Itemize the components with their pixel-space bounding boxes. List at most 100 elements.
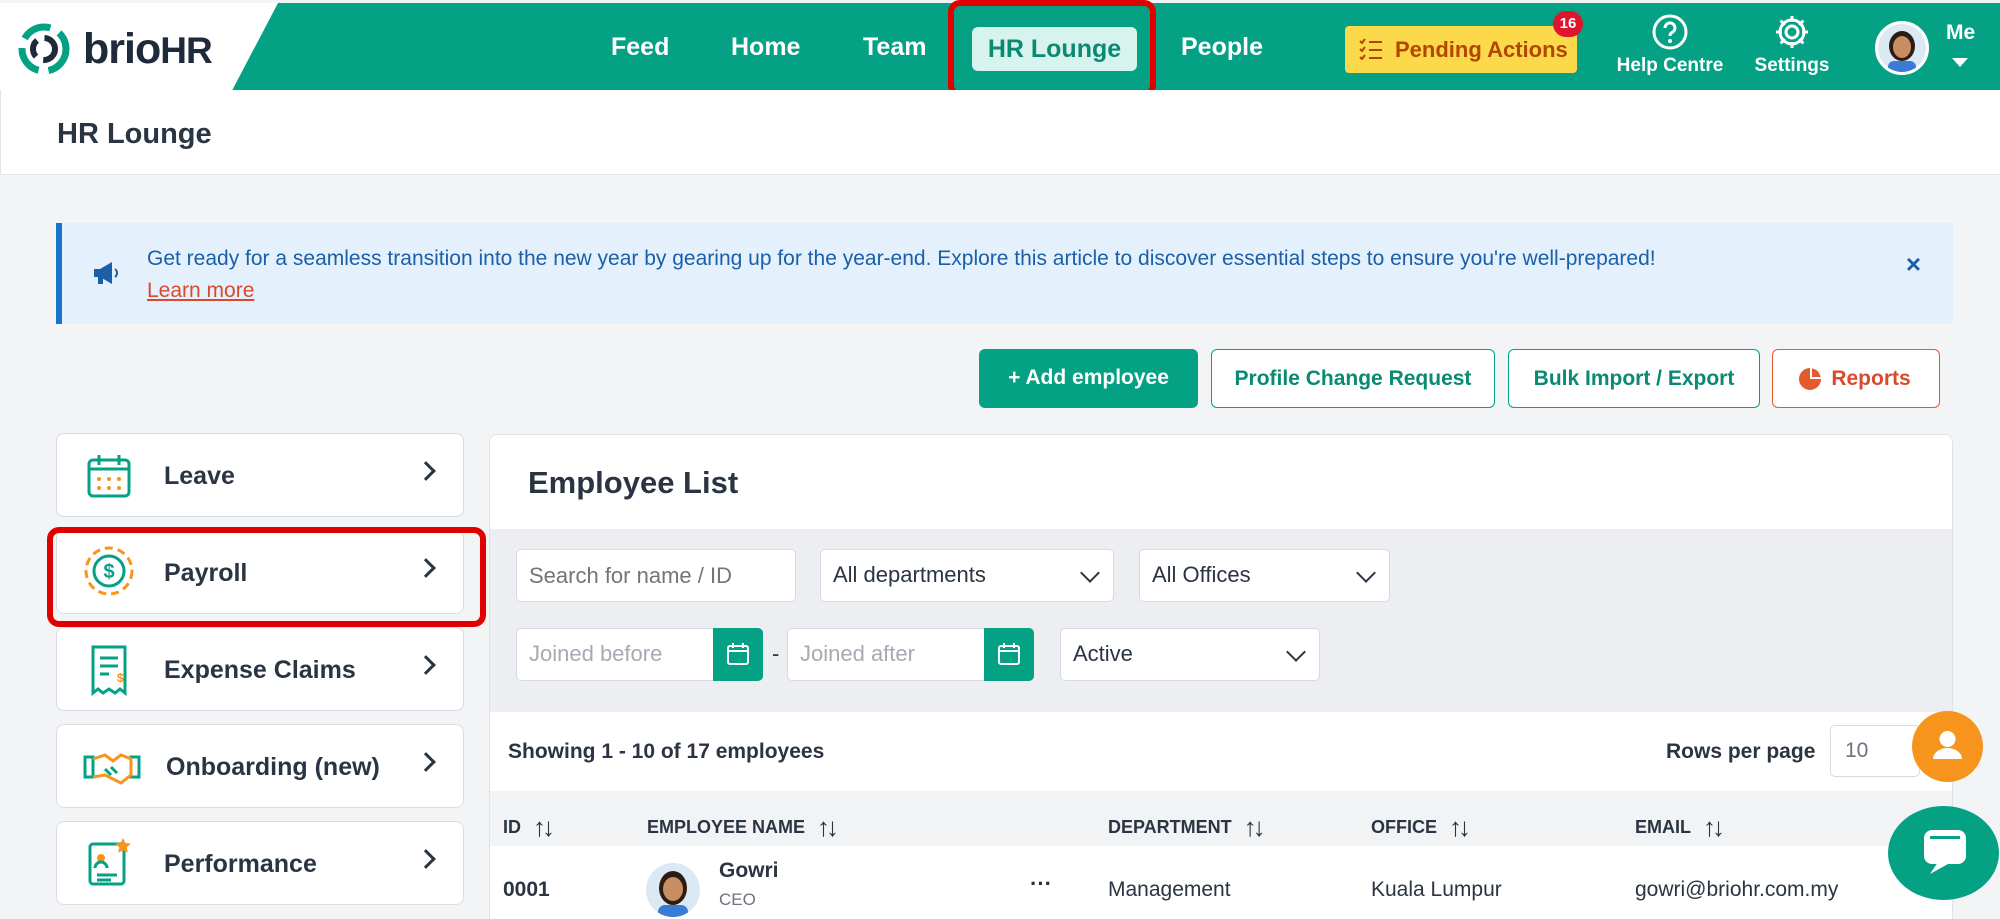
column-header-department[interactable]: DEPARTMENT ↑↓ [1108, 809, 1266, 843]
person-icon [1933, 731, 1962, 759]
close-icon[interactable]: × [1906, 249, 1921, 280]
help-centre-button[interactable]: Help Centre [1610, 13, 1730, 77]
sort-icon[interactable]: ↑↓ [1703, 812, 1725, 843]
column-header-email[interactable]: EMAIL ↑↓ [1635, 809, 1725, 843]
rows-per-page-value: 10 [1845, 739, 1869, 762]
showing-count: Showing 1 - 10 of 17 employees [508, 740, 825, 763]
department-select-value: All departments [833, 562, 986, 587]
svg-text:$: $ [117, 671, 124, 685]
sort-icon[interactable]: ↑↓ [1244, 812, 1266, 843]
office-select-value: All Offices [1152, 562, 1251, 587]
sidebar-item-label: Payroll [164, 559, 248, 587]
chevron-right-icon [416, 849, 436, 869]
add-employee-button[interactable]: + Add employee [979, 349, 1198, 408]
sidebar-item-leave[interactable]: Leave [56, 433, 464, 517]
me-label[interactable]: Me [1946, 21, 1975, 45]
sidebar-item-payroll[interactable]: $ Payroll [56, 530, 464, 614]
chevron-down-icon [1356, 563, 1376, 583]
logo-area[interactable]: brioHR [0, 3, 278, 93]
employee-avatar[interactable] [646, 863, 700, 917]
user-portrait-icon [1878, 24, 1926, 72]
banner-message: Get ready for a seamless transition into… [147, 243, 1887, 307]
employee-list-panel: Employee List All departments All Office… [489, 434, 1953, 919]
joined-after-field[interactable]: Joined after [787, 628, 987, 681]
cell-id: 0001 [503, 878, 550, 901]
announcement-banner: Get ready for a seamless transition into… [56, 223, 1953, 324]
sort-icon[interactable]: ↑↓ [817, 812, 839, 843]
joined-before-calendar-button[interactable] [713, 628, 763, 681]
settings-button[interactable]: Settings [1748, 13, 1836, 77]
megaphone-icon [94, 262, 118, 284]
nav-home[interactable]: Home [731, 33, 800, 62]
chevron-down-icon [1286, 642, 1306, 662]
filter-bar: All departments All Offices Joined befor… [490, 529, 1952, 712]
brio-logo-icon [18, 23, 70, 75]
sidebar-item-label: Performance [164, 850, 317, 878]
joined-after-calendar-button[interactable] [984, 628, 1034, 681]
pie-chart-icon [1799, 368, 1821, 390]
table-header: ID ↑↓ EMPLOYEE NAME ↑↓ DEPARTMENT ↑↓ OFFICE… [490, 791, 1952, 846]
chevron-down-icon [1080, 563, 1100, 583]
user-avatar[interactable] [1875, 21, 1929, 75]
sidebar-item-label: Onboarding (new) [166, 753, 380, 781]
reports-button[interactable]: Reports [1772, 349, 1940, 408]
search-input[interactable] [516, 549, 796, 602]
cell-department: Management [1108, 878, 1231, 901]
chevron-right-icon [416, 752, 436, 772]
more-options-icon[interactable]: ··· [1030, 871, 1052, 897]
pending-count-badge: 16 [1553, 11, 1583, 37]
sort-icon[interactable]: ↑↓ [1449, 812, 1471, 843]
cell-employee-name[interactable]: Gowri [719, 859, 779, 883]
user-portrait-icon [658, 871, 688, 917]
handshake-icon [83, 753, 141, 785]
date-separator: - [772, 641, 780, 666]
rows-per-page-select[interactable]: 10 [1830, 725, 1920, 777]
reports-label: Reports [1831, 367, 1911, 390]
money-icon: $ [84, 546, 134, 596]
chevron-right-icon [416, 461, 436, 481]
column-header-employee-name[interactable]: EMPLOYEE NAME ↑↓ [647, 809, 839, 843]
joined-before-field[interactable]: Joined before [516, 628, 716, 681]
sidebar-item-expense-claims[interactable]: $ Expense Claims [56, 627, 464, 711]
sidebar-item-label: Expense Claims [164, 656, 356, 684]
chat-button[interactable] [1888, 806, 1999, 900]
calendar-icon [998, 643, 1020, 665]
column-header-office[interactable]: OFFICE ↑↓ [1371, 809, 1471, 843]
chevron-right-icon [416, 655, 436, 675]
sidebar-item-label: Leave [164, 462, 235, 490]
svg-text:$: $ [103, 561, 114, 583]
status-select-value: Active [1073, 641, 1133, 666]
nav-team[interactable]: Team [863, 33, 926, 62]
page-header: HR Lounge [0, 90, 2000, 175]
nav-people[interactable]: People [1181, 33, 1263, 62]
sort-icon[interactable]: ↑↓ [533, 812, 555, 843]
bulk-import-export-button[interactable]: Bulk Import / Export [1508, 349, 1760, 408]
cell-office: Kuala Lumpur [1371, 878, 1502, 901]
office-select[interactable]: All Offices [1139, 549, 1390, 602]
help-centre-label: Help Centre [1616, 55, 1724, 76]
column-header-id[interactable]: ID ↑↓ [503, 809, 555, 843]
user-support-button[interactable] [1912, 711, 1983, 782]
cell-email: gowri@briohr.com.my [1635, 878, 1839, 901]
status-select[interactable]: Active [1060, 628, 1320, 681]
brand-name: brioHR [83, 25, 213, 73]
cell-employee-role: CEO [719, 890, 756, 909]
sidebar-item-onboarding[interactable]: Onboarding (new) [56, 724, 464, 808]
gear-icon [1776, 16, 1808, 48]
profile-change-request-button[interactable]: Profile Change Request [1211, 349, 1495, 408]
department-select[interactable]: All departments [820, 549, 1114, 602]
rows-per-page-label: Rows per page [1666, 740, 1816, 763]
nav-hr-lounge[interactable]: HR Lounge [972, 27, 1137, 71]
nav-feed[interactable]: Feed [611, 33, 669, 62]
clipboard-star-icon [88, 838, 131, 886]
chat-bubble-icon [1924, 830, 1966, 874]
calendar-icon [87, 455, 131, 498]
sidebar-item-performance[interactable]: Performance [56, 821, 464, 905]
employee-list-title: Employee List [528, 465, 739, 500]
chevron-down-icon[interactable] [1952, 58, 1968, 67]
page-title: HR Lounge [57, 118, 212, 150]
learn-more-link[interactable]: Learn more [147, 275, 1887, 307]
help-icon [1652, 14, 1688, 50]
pending-actions-button[interactable]: Pending Actions [1345, 26, 1577, 73]
calendar-icon [727, 643, 749, 665]
